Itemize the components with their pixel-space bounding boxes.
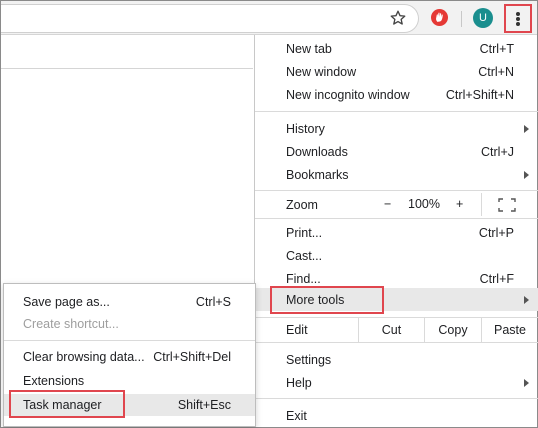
more-tools-submenu: Save page as... Ctrl+S Create shortcut..… (3, 283, 256, 427)
submenu-arrow-icon (524, 125, 529, 133)
submenu-item-label: Save page as... (23, 295, 110, 309)
menu-item-label: Help (286, 376, 312, 390)
menu-item-label: Settings (286, 353, 332, 367)
menu-item-exit[interactable]: Exit (255, 404, 538, 427)
menu-item-print[interactable]: Print... Ctrl+P (255, 221, 538, 244)
zoom-out-button[interactable]: − (384, 197, 391, 211)
paste-button[interactable]: Paste (481, 318, 538, 342)
chrome-main-menu: New tab Ctrl+T New window Ctrl+N New inc… (254, 35, 538, 427)
profile-avatar[interactable]: U (473, 8, 493, 28)
menu-item-shortcut: Ctrl+F (479, 272, 514, 286)
menu-item-label: New incognito window (286, 88, 410, 102)
menu-zoom-row: Zoom − 100% + (255, 193, 538, 216)
menu-item-shortcut: Ctrl+N (478, 65, 514, 79)
zoom-divider (481, 193, 482, 216)
submenu-separator (4, 340, 255, 341)
browser-toolbar: U (1, 1, 537, 35)
page-divider (1, 68, 253, 69)
submenu-item-save-page[interactable]: Save page as... Ctrl+S (4, 291, 255, 313)
menu-item-settings[interactable]: Settings (255, 348, 538, 371)
submenu-item-label: Clear browsing data... (23, 350, 145, 364)
star-icon[interactable] (389, 9, 407, 27)
extension-icon[interactable] (431, 9, 448, 26)
zoom-level: 100% (408, 197, 440, 211)
edit-label: Edit (286, 323, 308, 337)
menu-item-label: New window (286, 65, 357, 79)
submenu-arrow-icon (524, 379, 529, 387)
menu-item-label: Cast... (286, 249, 323, 263)
menu-item-label: History (286, 122, 325, 136)
menu-item-shortcut: Ctrl+P (478, 226, 514, 240)
menu-item-new-window[interactable]: New window Ctrl+N (255, 60, 538, 83)
menu-item-label: Downloads (286, 145, 348, 159)
menu-edit-row: Edit Cut Copy Paste (255, 318, 538, 342)
menu-item-bookmarks[interactable]: Bookmarks (255, 163, 538, 186)
submenu-item-shortcut: Ctrl+Shift+Del (153, 350, 231, 364)
menu-item-shortcut: Ctrl+Shift+N (445, 88, 514, 102)
submenu-arrow-icon (524, 171, 529, 179)
fullscreen-icon[interactable] (498, 198, 516, 212)
task-manager-highlight-box (9, 390, 125, 418)
menu-item-new-incognito[interactable]: New incognito window Ctrl+Shift+N (255, 83, 538, 106)
menu-item-label: Exit (286, 409, 307, 423)
zoom-in-button[interactable]: + (456, 197, 463, 211)
menu-separator (255, 398, 538, 399)
menu-item-cast[interactable]: Cast... (255, 244, 538, 267)
menu-item-label: Bookmarks (286, 168, 349, 182)
kebab-menu-icon[interactable] (504, 4, 532, 33)
address-bar[interactable] (1, 4, 419, 33)
submenu-item-label: Create shortcut... (23, 317, 119, 331)
submenu-item-label: Extensions (23, 374, 85, 388)
menu-item-label: Print... (286, 226, 323, 240)
menu-separator (255, 190, 538, 191)
copy-button[interactable]: Copy (424, 318, 481, 342)
menu-separator (255, 111, 538, 112)
toolbar-divider (461, 11, 462, 27)
submenu-item-shortcut: Shift+Esc (177, 398, 231, 412)
cut-button[interactable]: Cut (358, 318, 424, 342)
menu-item-shortcut: Ctrl+J (481, 145, 514, 159)
menu-item-label: New tab (286, 42, 332, 56)
menu-item-downloads[interactable]: Downloads Ctrl+J (255, 140, 538, 163)
menu-item-help[interactable]: Help (255, 371, 538, 394)
more-tools-highlight-box (270, 286, 384, 314)
menu-separator (255, 342, 538, 343)
zoom-label: Zoom (286, 198, 318, 212)
menu-separator (255, 218, 538, 219)
submenu-item-clear-browsing-data[interactable]: Clear browsing data... Ctrl+Shift+Del (4, 346, 255, 368)
menu-item-shortcut: Ctrl+T (479, 42, 514, 56)
submenu-arrow-icon (524, 296, 529, 304)
menu-item-new-tab[interactable]: New tab Ctrl+T (255, 37, 538, 60)
menu-item-history[interactable]: History (255, 117, 538, 140)
submenu-item-create-shortcut: Create shortcut... (4, 313, 255, 335)
submenu-item-extensions[interactable]: Extensions (4, 370, 255, 392)
submenu-item-shortcut: Ctrl+S (195, 295, 231, 309)
menu-item-label: Find... (286, 272, 321, 286)
